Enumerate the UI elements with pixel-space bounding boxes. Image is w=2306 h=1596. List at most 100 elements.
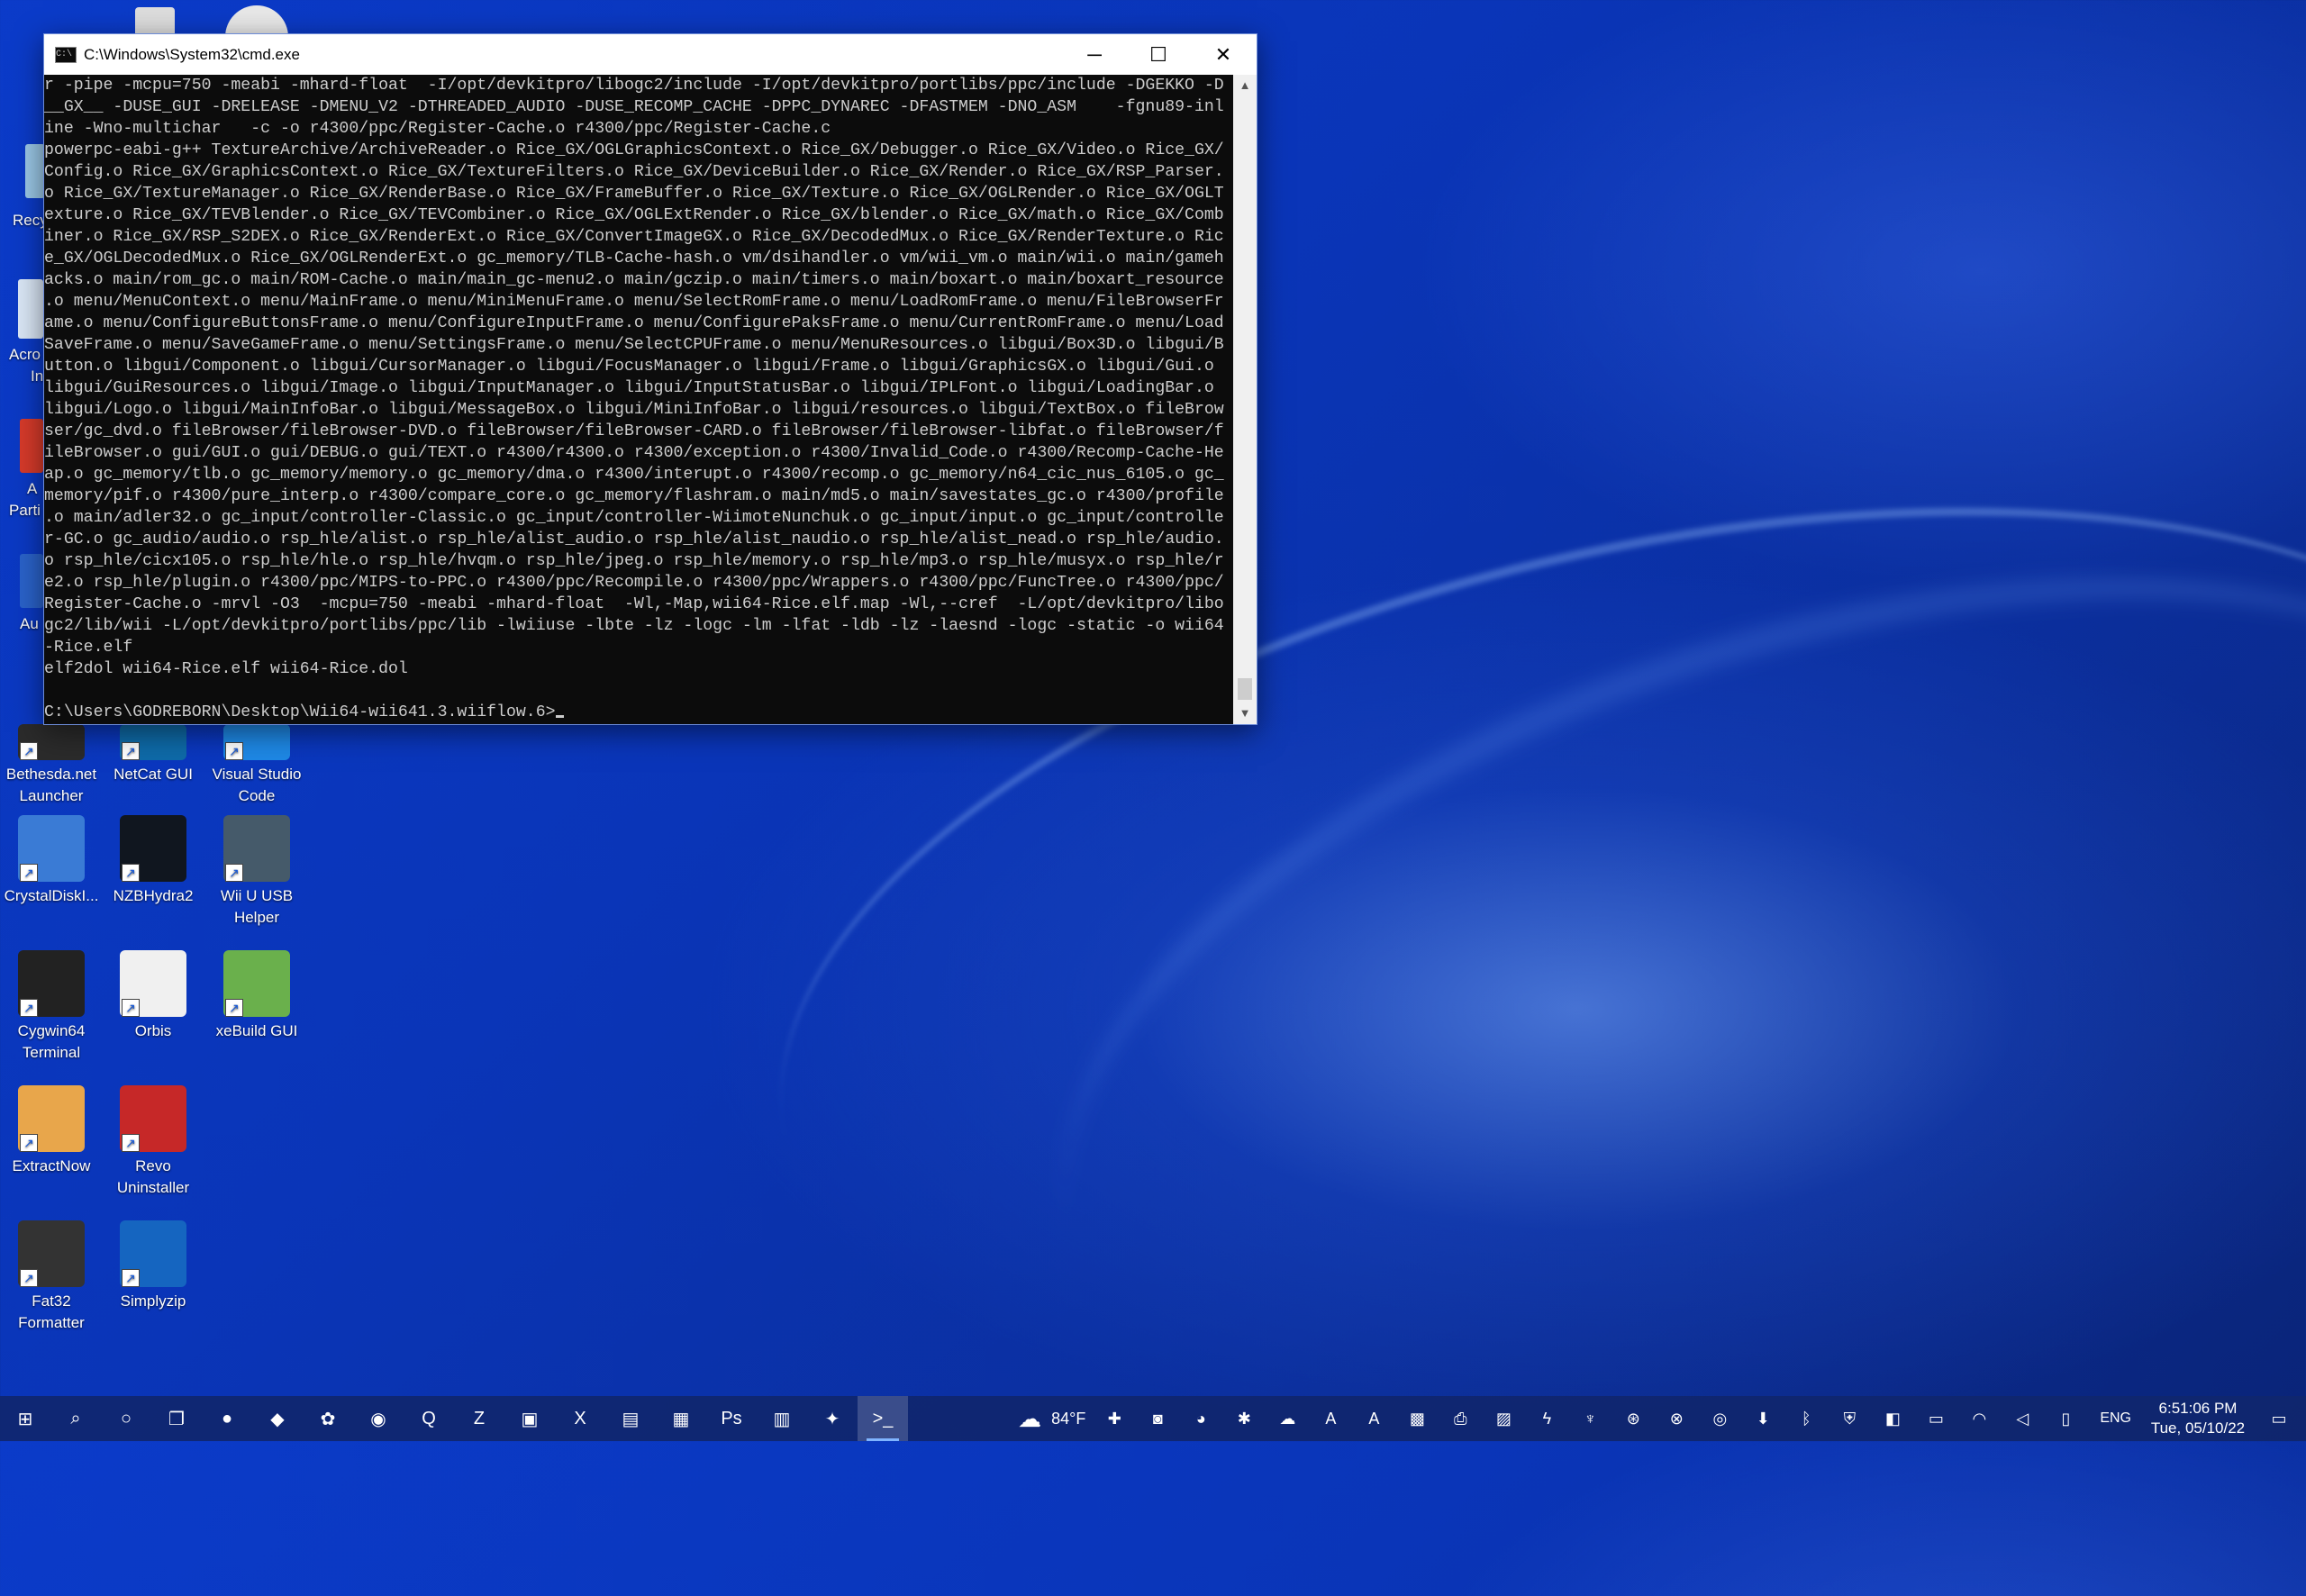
desktop-icon-label: NZBHydra2 <box>113 887 194 904</box>
scrollbar-thumb[interactable] <box>1238 678 1252 700</box>
desktop-icon-label: Cygwin64 Terminal <box>17 1022 86 1061</box>
console-line: .o main/adler32.o gc_input/controller-Cl… <box>44 507 1233 529</box>
search-icon[interactable]: ⌕ <box>50 1396 101 1441</box>
minimize-button[interactable]: ─ <box>1063 34 1126 75</box>
app-tray-icon[interactable]: ◧ <box>1871 1396 1914 1441</box>
desktop-icon-cygwin[interactable]: ↗ Cygwin64 Terminal <box>2 950 101 1064</box>
console-line-text: iner.o Rice_GX/RSP_S2DEX.o Rice_GX/Rende… <box>44 228 1224 246</box>
desktop-icon-vscode[interactable]: ↗ Visual Studio Code <box>207 724 306 807</box>
sheet-icon[interactable]: ▤ <box>605 1396 656 1441</box>
crystaldisk-icon: ↗ <box>18 815 85 882</box>
recycle-bin-icon[interactable] <box>25 144 45 198</box>
desktop-icon-revo[interactable]: ↗ Revo Uninstaller <box>104 1085 203 1199</box>
console-line-text: -Rice.elf <box>44 639 133 657</box>
window-app-icon[interactable]: ▣ <box>504 1396 555 1441</box>
console-output[interactable]: r -pipe -mcpu=750 -meabi -mhard-float -I… <box>44 75 1233 724</box>
console-line: e_GX/OGLDecodedMux.o Rice_GX/OGLRenderEx… <box>44 248 1233 269</box>
qbittorrent-icon[interactable]: Q <box>404 1396 454 1441</box>
window-titlebar[interactable]: C:\ C:\Windows\System32\cmd.exe ─ ☐ ✕ <box>44 34 1257 75</box>
shortcut-arrow-icon: ↗ <box>20 742 38 760</box>
partition-app-icon[interactable] <box>20 419 43 473</box>
close-icon: ✕ <box>1214 42 1232 66</box>
console-line: SaveFrame.o menu/SaveGameFrame.o menu/Se… <box>44 334 1233 356</box>
app-tray-icon[interactable]: ▩ <box>1395 1396 1439 1441</box>
console-line-text: __GX__ -DUSE_GUI -DRELEASE -DMENU_V2 -DT… <box>44 98 1224 116</box>
console-line: o rsp_hle/cicx105.o rsp_hle/hle.o rsp_hl… <box>44 550 1233 572</box>
discord-icon[interactable]: ◕ <box>1179 1396 1222 1441</box>
app-tray-icon[interactable]: ▨ <box>1482 1396 1525 1441</box>
notification-center-icon[interactable]: ▭ <box>2252 1396 2306 1441</box>
console-line-text: libgui/Logo.o libgui/MainInfoBar.o libgu… <box>44 401 1224 419</box>
adobe-icon[interactable]: A <box>1309 1396 1352 1441</box>
shortcut-arrow-icon: ↗ <box>225 742 243 760</box>
desktop-icon-label: CrystalDiskI... <box>4 887 99 904</box>
app-tray-icon[interactable]: ◎ <box>1698 1396 1741 1441</box>
desktop-icon-simplyzip[interactable]: ↗ Simplyzip <box>104 1220 203 1312</box>
battery-icon[interactable]: ▭ <box>1914 1396 1957 1441</box>
app-tray-icon[interactable]: ♆ <box>1568 1396 1611 1441</box>
weather-cloud-icon[interactable]: ☁ <box>1008 1396 1051 1441</box>
maximize-button[interactable]: ☐ <box>1127 34 1190 75</box>
language-indicator[interactable]: ENG <box>2100 1410 2131 1427</box>
steam-icon[interactable]: ⊛ <box>1611 1396 1655 1441</box>
bluetooth-icon[interactable]: ᛒ <box>1784 1396 1828 1441</box>
wiiu-helper-icon: ↗ <box>223 815 290 882</box>
desktop-icon-nzbhydra[interactable]: ↗ NZBHydra2 <box>104 815 203 907</box>
weather-temperature[interactable]: 84°F <box>1051 1410 1085 1428</box>
close-button[interactable]: ✕ <box>1192 34 1255 75</box>
xbox-icon[interactable]: ⊗ <box>1655 1396 1698 1441</box>
desktop-icon-extractnow[interactable]: ↗ ExtractNow <box>2 1085 101 1177</box>
clock[interactable]: 6:51:06 PM Tue, 05/10/22 <box>2144 1399 2252 1438</box>
vertical-scrollbar[interactable]: ▲ ▼ <box>1233 75 1257 724</box>
calculator-icon[interactable]: ▥ <box>757 1396 807 1441</box>
console-line: ine -Wno-multichar -c -o r4300/ppc/Regis… <box>44 118 1233 140</box>
desktop-icon-orbis[interactable]: ↗ Orbis <box>104 950 203 1042</box>
audio-app-icon[interactable] <box>20 554 43 608</box>
desktop-icon-wiiu-helper[interactable]: ↗ Wii U USB Helper <box>207 815 306 929</box>
acrobat-label: Acro <box>9 346 41 363</box>
excel-icon[interactable]: X <box>555 1396 605 1441</box>
lightning-icon[interactable]: ϟ <box>1525 1396 1568 1441</box>
window-title: C:\Windows\System32\cmd.exe <box>84 45 300 63</box>
app-tray-icon[interactable]: ✚ <box>1093 1396 1136 1441</box>
app-icon[interactable]: ✿ <box>303 1396 353 1441</box>
text-cursor <box>555 715 564 718</box>
desktop-icon-netcat[interactable]: ↗ NetCat GUI <box>104 724 203 785</box>
task-view-icon[interactable]: ❐ <box>151 1396 202 1441</box>
wifi-icon[interactable]: ◠ <box>1957 1396 2001 1441</box>
app-icon[interactable]: ▦ <box>656 1396 706 1441</box>
tray-icon[interactable]: ✱ <box>1222 1396 1266 1441</box>
acrobat-icon[interactable] <box>18 279 43 339</box>
shortcut-arrow-icon: ↗ <box>122 1269 140 1287</box>
photoshop-icon[interactable]: Ps <box>706 1396 757 1441</box>
security-shield-icon[interactable]: ⛨ <box>1828 1396 1871 1441</box>
chrome-icon[interactable]: ◉ <box>353 1396 404 1441</box>
desktop-icon-fat32[interactable]: ↗ Fat32 Formatter <box>2 1220 101 1334</box>
nvidia-icon[interactable]: ◙ <box>1136 1396 1179 1441</box>
onedrive-icon[interactable]: ☁ <box>1266 1396 1309 1441</box>
desktop-icon-bethesda[interactable]: ↗ Bethesda.net Launcher <box>2 724 101 807</box>
desktop-icon-label: Bethesda.net Launcher <box>5 766 97 804</box>
download-icon[interactable]: ⬇ <box>1741 1396 1784 1441</box>
cortana-icon[interactable]: ○ <box>101 1396 151 1441</box>
filezilla-icon[interactable]: Z <box>454 1396 504 1441</box>
edge-icon[interactable]: ◆ <box>252 1396 303 1441</box>
windows-start-icon[interactable]: ⊞ <box>0 1396 50 1441</box>
app-icon[interactable]: ✦ <box>807 1396 858 1441</box>
desktop-icon-crystaldisk[interactable]: ↗ CrystalDiskI... <box>2 815 101 907</box>
console-line: acks.o main/rom_gc.o main/ROM-Cache.o ma… <box>44 269 1233 291</box>
cmd-icon[interactable]: >_ <box>858 1396 908 1441</box>
scroll-down-arrow-icon[interactable]: ▼ <box>1233 703 1257 724</box>
desktop-icon-xebuild[interactable]: ↗ xeBuild GUI <box>207 950 306 1042</box>
cmd-window[interactable]: C:\ C:\Windows\System32\cmd.exe ─ ☐ ✕ r … <box>43 33 1257 725</box>
orbis-icon: ↗ <box>120 950 186 1017</box>
maximize-icon: ☐ <box>1149 42 1167 66</box>
pen-icon[interactable]: ▯ <box>2044 1396 2087 1441</box>
scroll-up-arrow-icon[interactable]: ▲ <box>1233 75 1257 96</box>
volume-icon[interactable]: ◁ <box>2001 1396 2044 1441</box>
console-line: ap.o gc_memory/tlb.o gc_memory/memory.o … <box>44 464 1233 485</box>
firefox-icon[interactable]: ● <box>202 1396 252 1441</box>
cmd-app-icon[interactable]: C:\ <box>55 46 77 63</box>
font-icon[interactable]: A <box>1352 1396 1395 1441</box>
printer-icon[interactable]: ⎙ <box>1439 1396 1482 1441</box>
